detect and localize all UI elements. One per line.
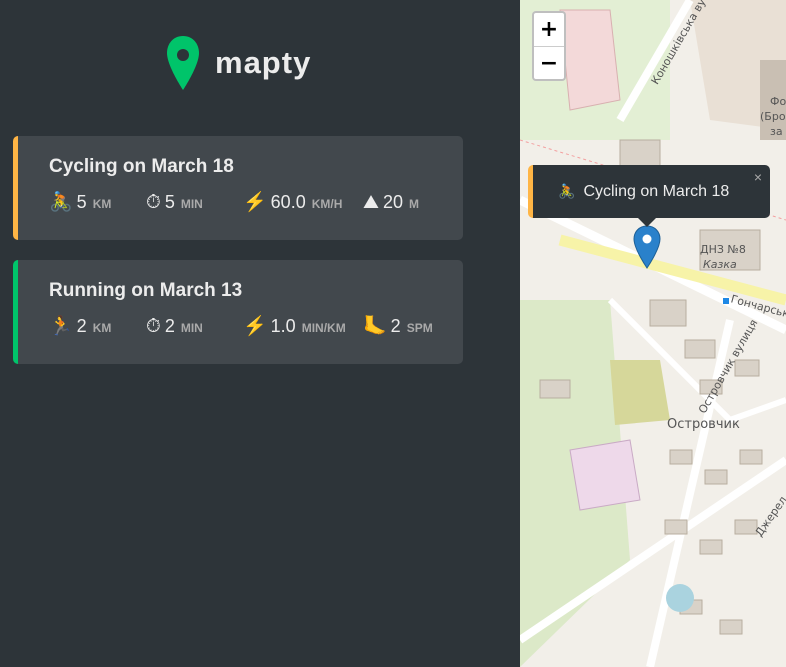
detail-distance: 🏃 2 km xyxy=(49,316,146,337)
popup-tip xyxy=(638,218,656,227)
workout-card-cycling[interactable]: Cycling on March 18 🚴 5 km ⏱ 5 min ⚡ 60.… xyxy=(13,136,463,240)
detail-value: 20 xyxy=(382,192,403,212)
foot-icon: 🦶 xyxy=(363,316,387,337)
detail-unit: spm xyxy=(406,321,433,335)
sidebar: mapty Cycling on March 18 🚴 5 km ⏱ 5 min… xyxy=(0,0,520,667)
lightning-icon: ⚡ xyxy=(243,192,267,213)
workout-title: Running on March 13 xyxy=(49,280,243,301)
popup-text: Cycling on March 18 xyxy=(583,182,730,200)
detail-cadence: 🦶 2 spm xyxy=(363,316,433,337)
map-pin-logo-icon xyxy=(167,36,199,90)
cycling-icon: 🚴 xyxy=(49,192,73,213)
detail-duration: ⏱ 5 min xyxy=(146,192,243,213)
detail-pace: ⚡ 1.0 min/km xyxy=(243,316,363,337)
mountain-icon: ⛰ xyxy=(363,192,379,213)
map-popup: 🚴 Cycling on March 18 × xyxy=(528,165,770,218)
workout-card-running[interactable]: Running on March 13 🏃 2 km ⏱ 2 min ⚡ 1.0… xyxy=(13,260,463,364)
building-label: за xyxy=(770,125,783,138)
detail-value: 60.0 xyxy=(270,192,306,212)
district-label: Островчик xyxy=(667,417,740,432)
detail-duration: ⏱ 2 min xyxy=(146,316,243,337)
workout-details: 🚴 5 km ⏱ 5 min ⚡ 60.0 km/h ⛰ 20 m xyxy=(49,192,463,213)
detail-speed: ⚡ 60.0 km/h xyxy=(243,192,363,213)
detail-value: 2 xyxy=(76,316,87,336)
app-name: mapty xyxy=(215,45,312,80)
zoom-control: + − xyxy=(532,11,566,81)
detail-unit: min xyxy=(180,321,203,335)
detail-value: 1.0 xyxy=(270,316,296,336)
detail-elevation: ⛰ 20 m xyxy=(363,192,419,213)
detail-unit: min/km xyxy=(301,321,346,335)
place-label: ДНЗ №8 xyxy=(700,243,746,256)
cycling-icon: 🚴 xyxy=(558,183,576,199)
lightning-icon: ⚡ xyxy=(243,316,267,337)
map-marker-icon[interactable] xyxy=(633,225,661,269)
workout-title: Cycling on March 18 xyxy=(49,156,234,177)
running-icon: 🏃 xyxy=(49,316,73,337)
detail-unit: km xyxy=(92,321,112,335)
detail-value: 2 xyxy=(390,316,401,336)
close-icon[interactable]: × xyxy=(754,169,762,185)
detail-value: 2 xyxy=(164,316,175,336)
map[interactable]: Коношківська ву Гончарськ Островчик вули… xyxy=(520,0,786,667)
detail-unit: km/h xyxy=(311,197,343,211)
detail-value: 5 xyxy=(164,192,175,212)
detail-distance: 🚴 5 km xyxy=(49,192,146,213)
workout-details: 🏃 2 km ⏱ 2 min ⚡ 1.0 min/km 🦶 2 spm xyxy=(49,316,463,337)
zoom-in-button[interactable]: + xyxy=(534,13,564,47)
detail-unit: km xyxy=(92,197,112,211)
detail-value: 5 xyxy=(76,192,87,212)
stopwatch-icon: ⏱ xyxy=(146,316,161,337)
place-label: Казка xyxy=(703,258,737,271)
detail-unit: min xyxy=(180,197,203,211)
logo: mapty xyxy=(165,32,311,94)
building-label: (Брод xyxy=(760,110,786,123)
building-label: Фо xyxy=(770,95,786,108)
detail-unit: m xyxy=(409,197,419,211)
stopwatch-icon: ⏱ xyxy=(146,192,161,213)
zoom-out-button[interactable]: − xyxy=(534,47,564,80)
